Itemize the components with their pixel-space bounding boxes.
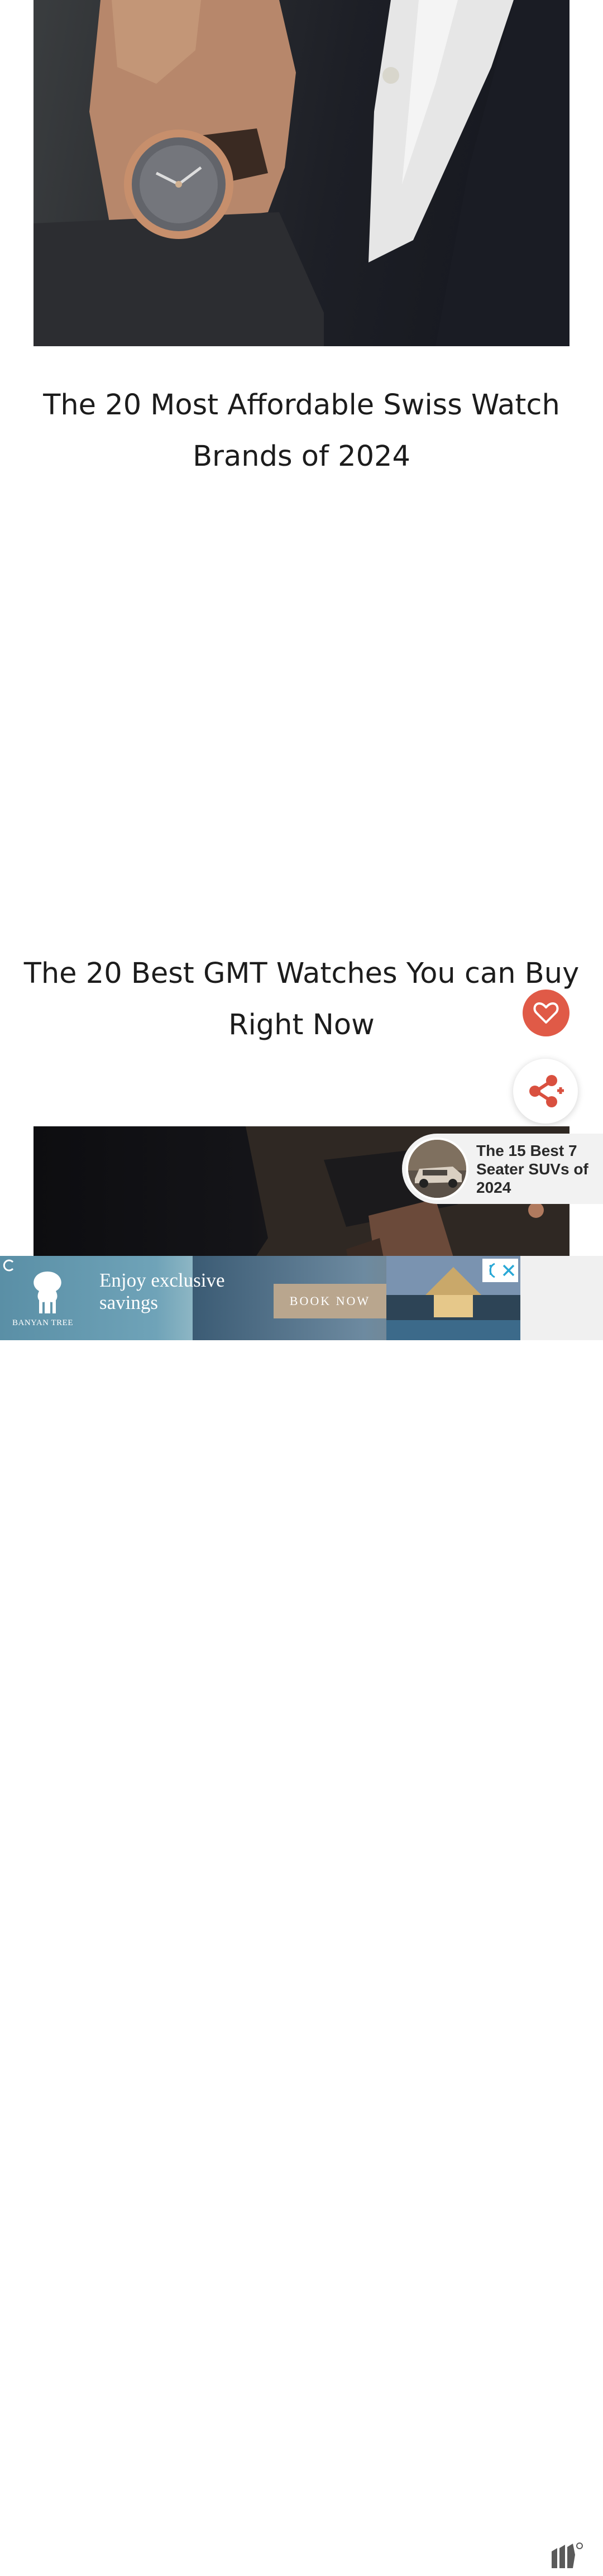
ad-headline: Enjoy exclusive savings <box>99 1269 225 1313</box>
watch-wrist-photo <box>34 0 570 346</box>
ad-brand-name: BANYAN TREE <box>12 1318 73 1327</box>
ad-choices-info-icon[interactable] <box>485 1262 497 1279</box>
share-button[interactable] <box>513 1059 578 1124</box>
mediavine-logo-icon <box>552 2542 583 2568</box>
ad-book-now-button[interactable]: BOOK NOW <box>274 1284 386 1318</box>
recommended-article-card[interactable]: The 15 Best 7 Seater SUVs of 2024 <box>402 1134 603 1204</box>
favorite-button[interactable] <box>523 990 570 1036</box>
car-image <box>408 1140 466 1198</box>
banyan-tree-logo-icon <box>34 1272 61 1313</box>
site-logo-icon <box>547 2535 586 2574</box>
recommended-article-title: The 15 Best 7 Seater SUVs of 2024 <box>476 1141 588 1196</box>
article-title[interactable]: The 20 Most Affordable Swiss Watch Brand… <box>34 380 570 482</box>
ad-choices-box[interactable] <box>482 1259 518 1282</box>
suv-thumbnail <box>406 1138 468 1200</box>
article-image-swiss-watches[interactable] <box>34 0 570 346</box>
article-title[interactable]: The 20 Best GMT Watches You can Buy Righ… <box>22 948 581 1051</box>
ad-corner-icon <box>0 1256 19 1275</box>
ad-close-icon[interactable] <box>501 1263 516 1278</box>
ad-c-icon <box>3 1259 14 1272</box>
share-icon <box>529 1075 564 1107</box>
ad-banner[interactable]: BANYAN TREE Enjoy exclusive savings BOOK… <box>0 1256 520 1340</box>
heart-icon <box>533 1002 559 1024</box>
